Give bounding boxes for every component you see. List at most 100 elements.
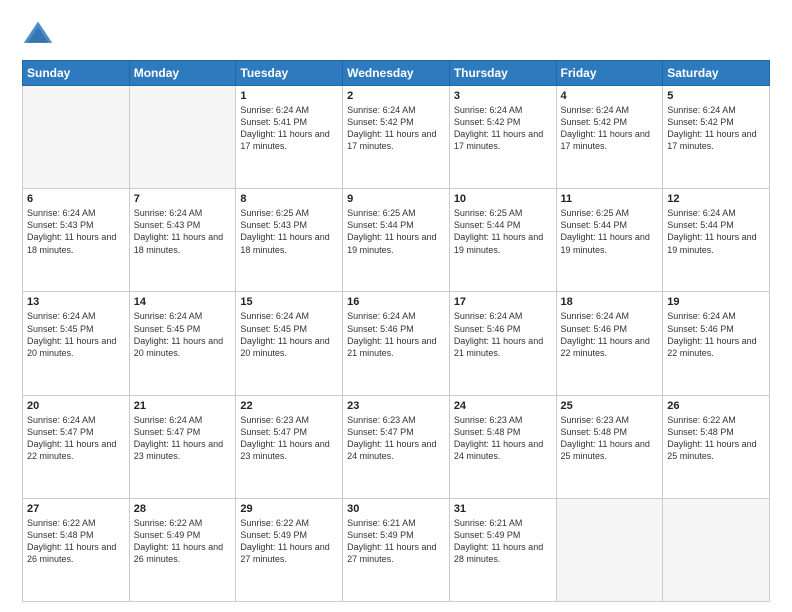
calendar-cell: 23 Sunrise: 6:23 AM Sunset: 5:47 PM Dayli… bbox=[343, 395, 450, 498]
cell-daylight-info: Sunrise: 6:24 AM Sunset: 5:45 PM Dayligh… bbox=[134, 310, 232, 359]
week-row-3: 20 Sunrise: 6:24 AM Sunset: 5:47 PM Dayli… bbox=[23, 395, 770, 498]
logo-icon bbox=[22, 18, 54, 50]
day-number: 31 bbox=[454, 503, 552, 515]
day-number: 3 bbox=[454, 90, 552, 102]
calendar-cell: 26Sunrise: 6:22 AM Sunset: 5:48 PM Dayli… bbox=[663, 395, 770, 498]
calendar-cell: 9Sunrise: 6:25 AM Sunset: 5:44 PM Daylig… bbox=[343, 189, 450, 292]
day-number: 23 bbox=[347, 400, 445, 412]
calendar-cell: 15 Sunrise: 6:24 AM Sunset: 5:45 PM Dayli… bbox=[236, 292, 343, 395]
calendar-cell bbox=[556, 498, 663, 601]
cell-daylight-info: Sunrise: 6:21 AM Sunset: 5:49 PM Dayligh… bbox=[454, 517, 552, 566]
day-number: 27 bbox=[27, 503, 125, 515]
cell-daylight-info: Sunrise: 6:24 AM Sunset: 5:46 PM Dayligh… bbox=[347, 310, 445, 359]
cell-daylight-info: Sunrise: 6:24 AM Sunset: 5:44 PM Dayligh… bbox=[667, 207, 765, 256]
day-number: 20 bbox=[27, 400, 125, 412]
day-number: 13 bbox=[27, 296, 125, 308]
cell-daylight-info: Sunrise: 6:22 AM Sunset: 5:48 PM Dayligh… bbox=[27, 517, 125, 566]
calendar-cell: 25 Sunrise: 6:23 AM Sunset: 5:48 PM Dayli… bbox=[556, 395, 663, 498]
week-row-2: 13 Sunrise: 6:24 AM Sunset: 5:45 PM Dayli… bbox=[23, 292, 770, 395]
calendar-cell: 14 Sunrise: 6:24 AM Sunset: 5:45 PM Dayli… bbox=[129, 292, 236, 395]
calendar-cell: 8Sunrise: 6:25 AM Sunset: 5:43 PM Daylig… bbox=[236, 189, 343, 292]
week-row-0: 1 Sunrise: 6:24 AM Sunset: 5:41 PM Daylig… bbox=[23, 86, 770, 189]
cell-daylight-info: Sunrise: 6:24 AM Sunset: 5:42 PM Dayligh… bbox=[347, 104, 445, 153]
header bbox=[22, 18, 770, 50]
day-number: 26 bbox=[667, 400, 765, 412]
weekday-header-friday: Friday bbox=[556, 61, 663, 86]
calendar-cell: 12 Sunrise: 6:24 AM Sunset: 5:44 PM Dayli… bbox=[663, 189, 770, 292]
calendar-cell: 22Sunrise: 6:23 AM Sunset: 5:47 PM Dayli… bbox=[236, 395, 343, 498]
weekday-header-tuesday: Tuesday bbox=[236, 61, 343, 86]
weekday-header-sunday: Sunday bbox=[23, 61, 130, 86]
calendar-cell: 29 Sunrise: 6:22 AM Sunset: 5:49 PM Dayli… bbox=[236, 498, 343, 601]
calendar-cell: 4Sunrise: 6:24 AM Sunset: 5:42 PM Daylig… bbox=[556, 86, 663, 189]
day-number: 30 bbox=[347, 503, 445, 515]
cell-daylight-info: Sunrise: 6:25 AM Sunset: 5:43 PM Dayligh… bbox=[240, 207, 338, 256]
page: SundayMondayTuesdayWednesdayThursdayFrid… bbox=[0, 0, 792, 612]
calendar-cell: 1 Sunrise: 6:24 AM Sunset: 5:41 PM Daylig… bbox=[236, 86, 343, 189]
cell-daylight-info: Sunrise: 6:25 AM Sunset: 5:44 PM Dayligh… bbox=[454, 207, 552, 256]
calendar-cell: 6 Sunrise: 6:24 AM Sunset: 5:43 PM Daylig… bbox=[23, 189, 130, 292]
cell-daylight-info: Sunrise: 6:24 AM Sunset: 5:47 PM Dayligh… bbox=[134, 414, 232, 463]
cell-daylight-info: Sunrise: 6:25 AM Sunset: 5:44 PM Dayligh… bbox=[347, 207, 445, 256]
day-number: 12 bbox=[667, 193, 765, 205]
day-number: 7 bbox=[134, 193, 232, 205]
cell-daylight-info: Sunrise: 6:24 AM Sunset: 5:45 PM Dayligh… bbox=[27, 310, 125, 359]
day-number: 17 bbox=[454, 296, 552, 308]
day-number: 25 bbox=[561, 400, 659, 412]
calendar-cell: 16Sunrise: 6:24 AM Sunset: 5:46 PM Dayli… bbox=[343, 292, 450, 395]
calendar-cell: 7 Sunrise: 6:24 AM Sunset: 5:43 PM Daylig… bbox=[129, 189, 236, 292]
weekday-header-wednesday: Wednesday bbox=[343, 61, 450, 86]
calendar-cell: 20 Sunrise: 6:24 AM Sunset: 5:47 PM Dayli… bbox=[23, 395, 130, 498]
calendar-cell: 3Sunrise: 6:24 AM Sunset: 5:42 PM Daylig… bbox=[449, 86, 556, 189]
day-number: 6 bbox=[27, 193, 125, 205]
calendar-cell: 24 Sunrise: 6:23 AM Sunset: 5:48 PM Dayli… bbox=[449, 395, 556, 498]
day-number: 21 bbox=[134, 400, 232, 412]
calendar-cell: 27 Sunrise: 6:22 AM Sunset: 5:48 PM Dayli… bbox=[23, 498, 130, 601]
weekday-header-monday: Monday bbox=[129, 61, 236, 86]
day-number: 19 bbox=[667, 296, 765, 308]
cell-daylight-info: Sunrise: 6:23 AM Sunset: 5:47 PM Dayligh… bbox=[347, 414, 445, 463]
day-number: 10 bbox=[454, 193, 552, 205]
calendar-table: SundayMondayTuesdayWednesdayThursdayFrid… bbox=[22, 60, 770, 602]
logo bbox=[22, 18, 60, 50]
day-number: 11 bbox=[561, 193, 659, 205]
cell-daylight-info: Sunrise: 6:24 AM Sunset: 5:47 PM Dayligh… bbox=[27, 414, 125, 463]
cell-daylight-info: Sunrise: 6:24 AM Sunset: 5:46 PM Dayligh… bbox=[667, 310, 765, 359]
cell-daylight-info: Sunrise: 6:24 AM Sunset: 5:42 PM Dayligh… bbox=[667, 104, 765, 153]
weekday-header-saturday: Saturday bbox=[663, 61, 770, 86]
cell-daylight-info: Sunrise: 6:24 AM Sunset: 5:43 PM Dayligh… bbox=[134, 207, 232, 256]
cell-daylight-info: Sunrise: 6:24 AM Sunset: 5:45 PM Dayligh… bbox=[240, 310, 338, 359]
cell-daylight-info: Sunrise: 6:24 AM Sunset: 5:46 PM Dayligh… bbox=[561, 310, 659, 359]
day-number: 29 bbox=[240, 503, 338, 515]
cell-daylight-info: Sunrise: 6:24 AM Sunset: 5:46 PM Dayligh… bbox=[454, 310, 552, 359]
day-number: 14 bbox=[134, 296, 232, 308]
calendar-cell: 13 Sunrise: 6:24 AM Sunset: 5:45 PM Dayli… bbox=[23, 292, 130, 395]
day-number: 24 bbox=[454, 400, 552, 412]
cell-daylight-info: Sunrise: 6:23 AM Sunset: 5:48 PM Dayligh… bbox=[561, 414, 659, 463]
calendar-cell: 30 Sunrise: 6:21 AM Sunset: 5:49 PM Dayli… bbox=[343, 498, 450, 601]
calendar-cell bbox=[23, 86, 130, 189]
calendar-cell: 31 Sunrise: 6:21 AM Sunset: 5:49 PM Dayli… bbox=[449, 498, 556, 601]
weekday-header-thursday: Thursday bbox=[449, 61, 556, 86]
day-number: 1 bbox=[240, 90, 338, 102]
cell-daylight-info: Sunrise: 6:22 AM Sunset: 5:49 PM Dayligh… bbox=[134, 517, 232, 566]
calendar-cell: 11 Sunrise: 6:25 AM Sunset: 5:44 PM Dayli… bbox=[556, 189, 663, 292]
calendar-cell: 2Sunrise: 6:24 AM Sunset: 5:42 PM Daylig… bbox=[343, 86, 450, 189]
cell-daylight-info: Sunrise: 6:23 AM Sunset: 5:48 PM Dayligh… bbox=[454, 414, 552, 463]
calendar-cell: 21 Sunrise: 6:24 AM Sunset: 5:47 PM Dayli… bbox=[129, 395, 236, 498]
calendar-cell: 17 Sunrise: 6:24 AM Sunset: 5:46 PM Dayli… bbox=[449, 292, 556, 395]
cell-daylight-info: Sunrise: 6:22 AM Sunset: 5:49 PM Dayligh… bbox=[240, 517, 338, 566]
cell-daylight-info: Sunrise: 6:24 AM Sunset: 5:43 PM Dayligh… bbox=[27, 207, 125, 256]
calendar-cell: 28 Sunrise: 6:22 AM Sunset: 5:49 PM Dayli… bbox=[129, 498, 236, 601]
day-number: 4 bbox=[561, 90, 659, 102]
cell-daylight-info: Sunrise: 6:24 AM Sunset: 5:41 PM Dayligh… bbox=[240, 104, 338, 153]
week-row-4: 27 Sunrise: 6:22 AM Sunset: 5:48 PM Dayli… bbox=[23, 498, 770, 601]
day-number: 15 bbox=[240, 296, 338, 308]
cell-daylight-info: Sunrise: 6:23 AM Sunset: 5:47 PM Dayligh… bbox=[240, 414, 338, 463]
day-number: 5 bbox=[667, 90, 765, 102]
calendar-cell bbox=[663, 498, 770, 601]
day-number: 28 bbox=[134, 503, 232, 515]
calendar-cell: 18Sunrise: 6:24 AM Sunset: 5:46 PM Dayli… bbox=[556, 292, 663, 395]
cell-daylight-info: Sunrise: 6:25 AM Sunset: 5:44 PM Dayligh… bbox=[561, 207, 659, 256]
cell-daylight-info: Sunrise: 6:21 AM Sunset: 5:49 PM Dayligh… bbox=[347, 517, 445, 566]
